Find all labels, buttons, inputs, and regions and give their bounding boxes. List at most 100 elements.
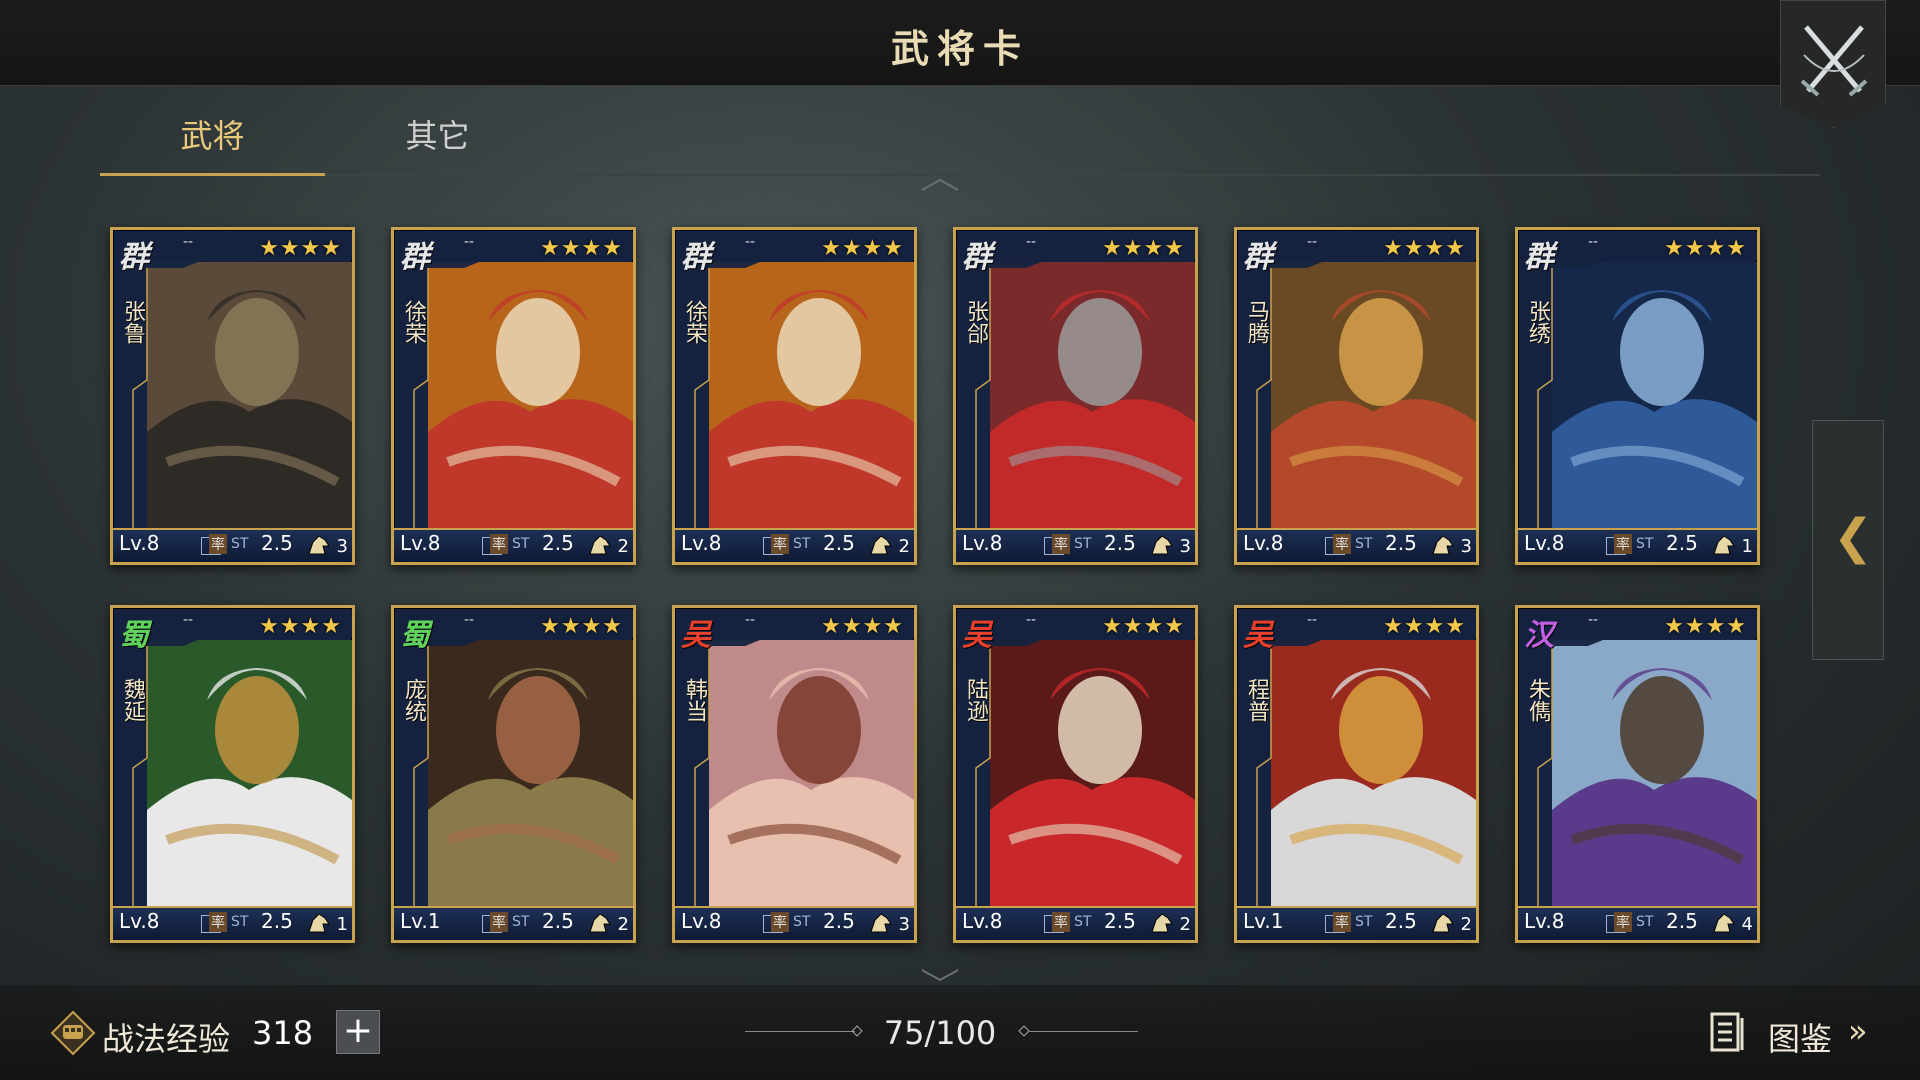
card-stat-bar: Lv.8 率 ST 2.5 3 [956, 528, 1195, 562]
troop-count: 2 [1460, 914, 1472, 935]
cost-value: 2.5 [823, 909, 855, 933]
add-exp-button[interactable]: + [336, 1010, 380, 1054]
troop-count: 2 [617, 914, 629, 935]
side-panel-toggle[interactable]: ❮ [1812, 420, 1884, 660]
cost-tag: ST [793, 914, 811, 930]
cavalry-icon [1432, 913, 1454, 933]
star-rating: ★★★★ [1664, 236, 1747, 261]
general-card[interactable]: 吴 -- ★★★★ 陆逊 Lv.8 率 ST 2.5 2 [953, 605, 1198, 943]
cavalry-icon [589, 535, 611, 555]
double-chevron-right-icon[interactable]: » [1848, 1012, 1868, 1050]
crossed-swords-icon [1800, 25, 1868, 97]
troop-count: 3 [336, 536, 348, 557]
cost-label: 率 [1614, 534, 1632, 554]
faction-label: 汉 [1524, 618, 1554, 653]
troop-count: 2 [617, 536, 629, 557]
card-frame [1239, 610, 1476, 908]
tab-generals[interactable]: 武将 [100, 108, 325, 176]
card-stat-bar: Lv.8 率 ST 2.5 1 [113, 906, 352, 940]
tactic-exp-label: 战法经验 [102, 1020, 231, 1058]
star-rating: ★★★★ [1664, 614, 1747, 639]
faction-label: 群 [400, 240, 430, 275]
card-stat-bar: Lv.8 率 ST 2.5 2 [394, 528, 633, 562]
cost-label: 率 [1052, 534, 1070, 554]
cavalry-icon [1432, 535, 1454, 555]
general-name: 徐荣 [682, 300, 707, 344]
star-rating: ★★★★ [821, 614, 904, 639]
troop-count: 3 [1460, 536, 1472, 557]
card-frame [677, 610, 914, 908]
general-name: 张鲁 [120, 300, 145, 344]
rank-placeholder: -- [745, 234, 756, 250]
troop-count: 1 [1741, 536, 1753, 557]
divider-left [745, 1031, 855, 1032]
cost-value: 2.5 [823, 531, 855, 555]
general-name: 朱儁 [1525, 678, 1550, 722]
cost-label: 率 [209, 534, 227, 554]
cavalry-icon [589, 913, 611, 933]
cost-label: 率 [1052, 912, 1070, 932]
star-rating: ★★★★ [1383, 236, 1466, 261]
tactic-exp-value: 318 [252, 1014, 314, 1052]
general-name: 徐荣 [401, 300, 426, 344]
card-stat-bar: Lv.1 率 ST 2.5 2 [1237, 906, 1476, 940]
rank-placeholder: -- [1588, 234, 1599, 250]
faction-label: 群 [962, 240, 992, 275]
fist-badge-icon [50, 1010, 96, 1056]
tab-others[interactable]: 其它 [325, 108, 550, 176]
cost-tag: ST [793, 536, 811, 552]
card-stat-bar: Lv.1 率 ST 2.5 2 [394, 906, 633, 940]
level-text: Lv.8 [119, 909, 160, 933]
rank-placeholder: -- [1026, 234, 1037, 250]
rank-placeholder: -- [1307, 234, 1318, 250]
general-card[interactable]: 吴 -- ★★★★ 韩当 Lv.8 率 ST 2.5 3 [672, 605, 917, 943]
cost-value: 2.5 [1385, 909, 1417, 933]
card-stat-bar: Lv.8 率 ST 2.5 3 [1237, 528, 1476, 562]
rank-placeholder: -- [1307, 612, 1318, 628]
general-name: 张绣 [1525, 300, 1550, 344]
cost-value: 2.5 [542, 531, 574, 555]
troop-count: 2 [1179, 914, 1191, 935]
card-stat-bar: Lv.8 率 ST 2.5 4 [1518, 906, 1757, 940]
cost-label: 率 [209, 912, 227, 932]
cost-tag: ST [512, 536, 530, 552]
general-card[interactable]: 群 -- ★★★★ 徐荣 Lv.8 率 ST 2.5 2 [672, 227, 917, 565]
star-rating: ★★★★ [540, 236, 623, 261]
general-card-grid: 群 -- ★★★★ 张鲁 Lv.8 率 ST 2.5 3 群 -- ★★★★ 徐… [110, 227, 1760, 943]
card-stat-bar: Lv.8 率 ST 2.5 2 [956, 906, 1195, 940]
star-rating: ★★★★ [259, 614, 342, 639]
general-card[interactable]: 群 -- ★★★★ 张郃 Lv.8 率 ST 2.5 3 [953, 227, 1198, 565]
general-card[interactable]: 蜀 -- ★★★★ 庞统 Lv.1 率 ST 2.5 2 [391, 605, 636, 943]
level-text: Lv.8 [400, 531, 441, 555]
general-card[interactable]: 群 -- ★★★★ 张绣 Lv.8 率 ST 2.5 1 [1515, 227, 1760, 565]
cost-label: 率 [771, 534, 789, 554]
card-stat-bar: Lv.8 率 ST 2.5 3 [675, 906, 914, 940]
general-name: 马腾 [1244, 300, 1269, 344]
general-name: 庞统 [401, 678, 426, 722]
general-name: 魏延 [120, 678, 145, 722]
cavalry-icon [1151, 913, 1173, 933]
general-card[interactable]: 吴 -- ★★★★ 程普 Lv.1 率 ST 2.5 2 [1234, 605, 1479, 943]
card-frame [1520, 610, 1757, 908]
rank-placeholder: -- [464, 612, 475, 628]
general-card[interactable]: 群 -- ★★★★ 马腾 Lv.8 率 ST 2.5 3 [1234, 227, 1479, 565]
catalog-button[interactable]: 图鉴 [1768, 1014, 1832, 1060]
cavalry-icon [870, 535, 892, 555]
troop-count: 1 [336, 914, 348, 935]
level-text: Lv.1 [1243, 909, 1284, 933]
tab-bar: 武将 其它 [100, 108, 1820, 176]
troop-count: 3 [898, 914, 910, 935]
general-card[interactable]: 群 -- ★★★★ 张鲁 Lv.8 率 ST 2.5 3 [110, 227, 355, 565]
general-card[interactable]: 蜀 -- ★★★★ 魏延 Lv.8 率 ST 2.5 1 [110, 605, 355, 943]
rank-placeholder: -- [745, 612, 756, 628]
general-card[interactable]: 汉 -- ★★★★ 朱儁 Lv.8 率 ST 2.5 4 [1515, 605, 1760, 943]
faction-label: 吴 [681, 618, 711, 653]
cost-tag: ST [231, 914, 249, 930]
general-card[interactable]: 群 -- ★★★★ 徐荣 Lv.8 率 ST 2.5 2 [391, 227, 636, 565]
scroll-down-icon [921, 969, 959, 982]
book-icon[interactable] [1710, 1012, 1746, 1052]
scroll-up-icon [921, 178, 959, 191]
card-stat-bar: Lv.8 率 ST 2.5 2 [675, 528, 914, 562]
card-frame [396, 232, 633, 530]
star-rating: ★★★★ [821, 236, 904, 261]
